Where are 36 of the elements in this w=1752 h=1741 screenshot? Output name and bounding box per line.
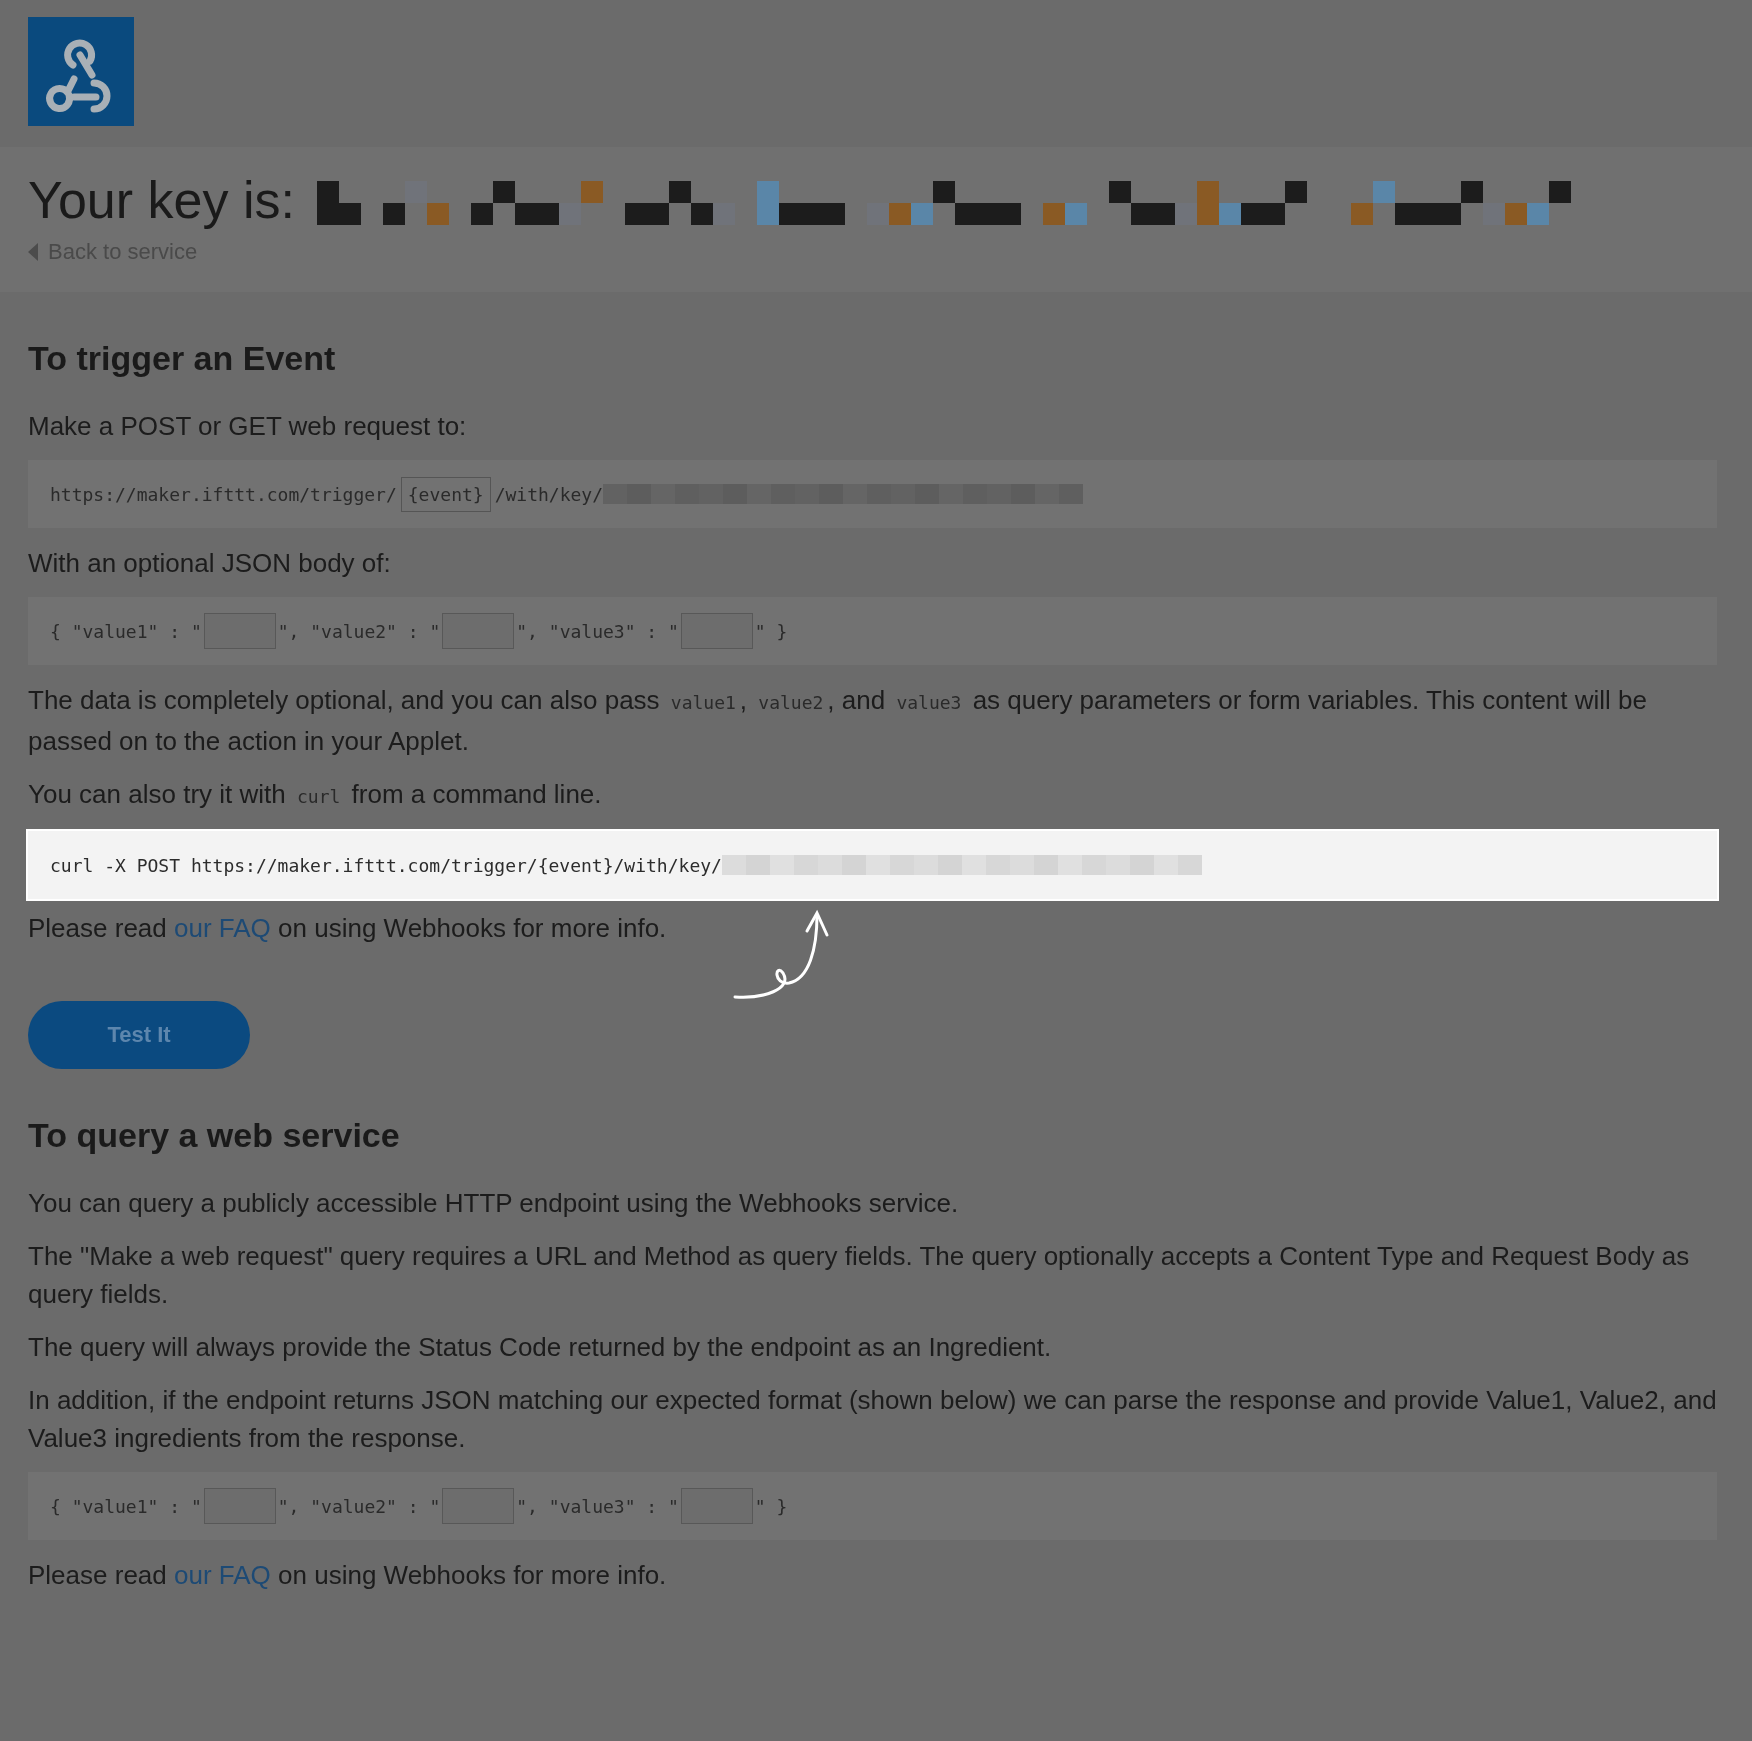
- paragraph: You can query a publicly accessible HTTP endpoint using the Webhooks service.: [28, 1187, 960, 1220]
- code-text: { "value1" : ": [50, 620, 202, 642]
- paragraph: The data is completely optional, and you can also pass value1, value2, and value3 as query parameters or form variables. This content will be passed on to the action in your Applet.: [28, 684, 1649, 758]
- code-text: ", "value2" : ": [277, 620, 441, 642]
- code-text: { "value1" : ": [50, 1495, 202, 1517]
- test-it-button[interactable]: Test It: [28, 1001, 250, 1069]
- section-heading: To query a web service: [28, 1115, 401, 1155]
- paragraph: Please read our FAQ on using Webhooks for more info.: [28, 1559, 668, 1592]
- code-text: curl -X POST https://maker.ifttt.com/trigger/{event}/with/key/: [50, 854, 722, 876]
- value-field[interactable]: [680, 613, 753, 649]
- code-text: ", "value3" : ": [516, 1495, 679, 1517]
- caret-left-icon: [28, 243, 38, 261]
- code-text: /with/key/: [494, 483, 603, 505]
- value-field[interactable]: [203, 1488, 276, 1524]
- paragraph: With an optional JSON body of:: [28, 547, 392, 580]
- paragraph: Make a POST or GET web request to:: [28, 410, 468, 443]
- faq-link[interactable]: our FAQ: [174, 1560, 271, 1590]
- value-field[interactable]: [442, 1488, 515, 1524]
- value-field[interactable]: [203, 613, 276, 649]
- paragraph: The query will always provide the Status Code returned by the endpoint as an Ingredient.: [28, 1331, 1053, 1364]
- page-title: Your key is:: [28, 170, 295, 230]
- value-field[interactable]: [442, 613, 515, 649]
- code-text: ", "value2" : ": [277, 1495, 441, 1517]
- value-field[interactable]: [680, 1488, 753, 1524]
- code-text: " }: [754, 620, 788, 642]
- webhook-logo-icon: [28, 17, 134, 126]
- code-text: ", "value3" : ": [516, 620, 679, 642]
- section-heading: To trigger an Event: [28, 338, 337, 378]
- event-field: {event}: [400, 476, 491, 512]
- paragraph: In addition, if the endpoint returns JSON matching our expected format (shown below) we can parse the response and provide Value1, Value2, and Value3 ingredients from the response.: [28, 1384, 1717, 1455]
- paragraph: Please read our FAQ on using Webhooks for more info.: [28, 912, 668, 945]
- code-text: https://maker.ifttt.com/trigger/: [50, 483, 397, 505]
- paragraph: You can also try it with curl from a command line.: [28, 778, 603, 811]
- paragraph: The "Make a web request" query requires a URL and Method as query fields. The query optionally accepts a Content Type and Request Body as query fields.: [28, 1240, 1691, 1311]
- faq-link[interactable]: our FAQ: [174, 913, 271, 943]
- code-text: " }: [754, 1495, 788, 1517]
